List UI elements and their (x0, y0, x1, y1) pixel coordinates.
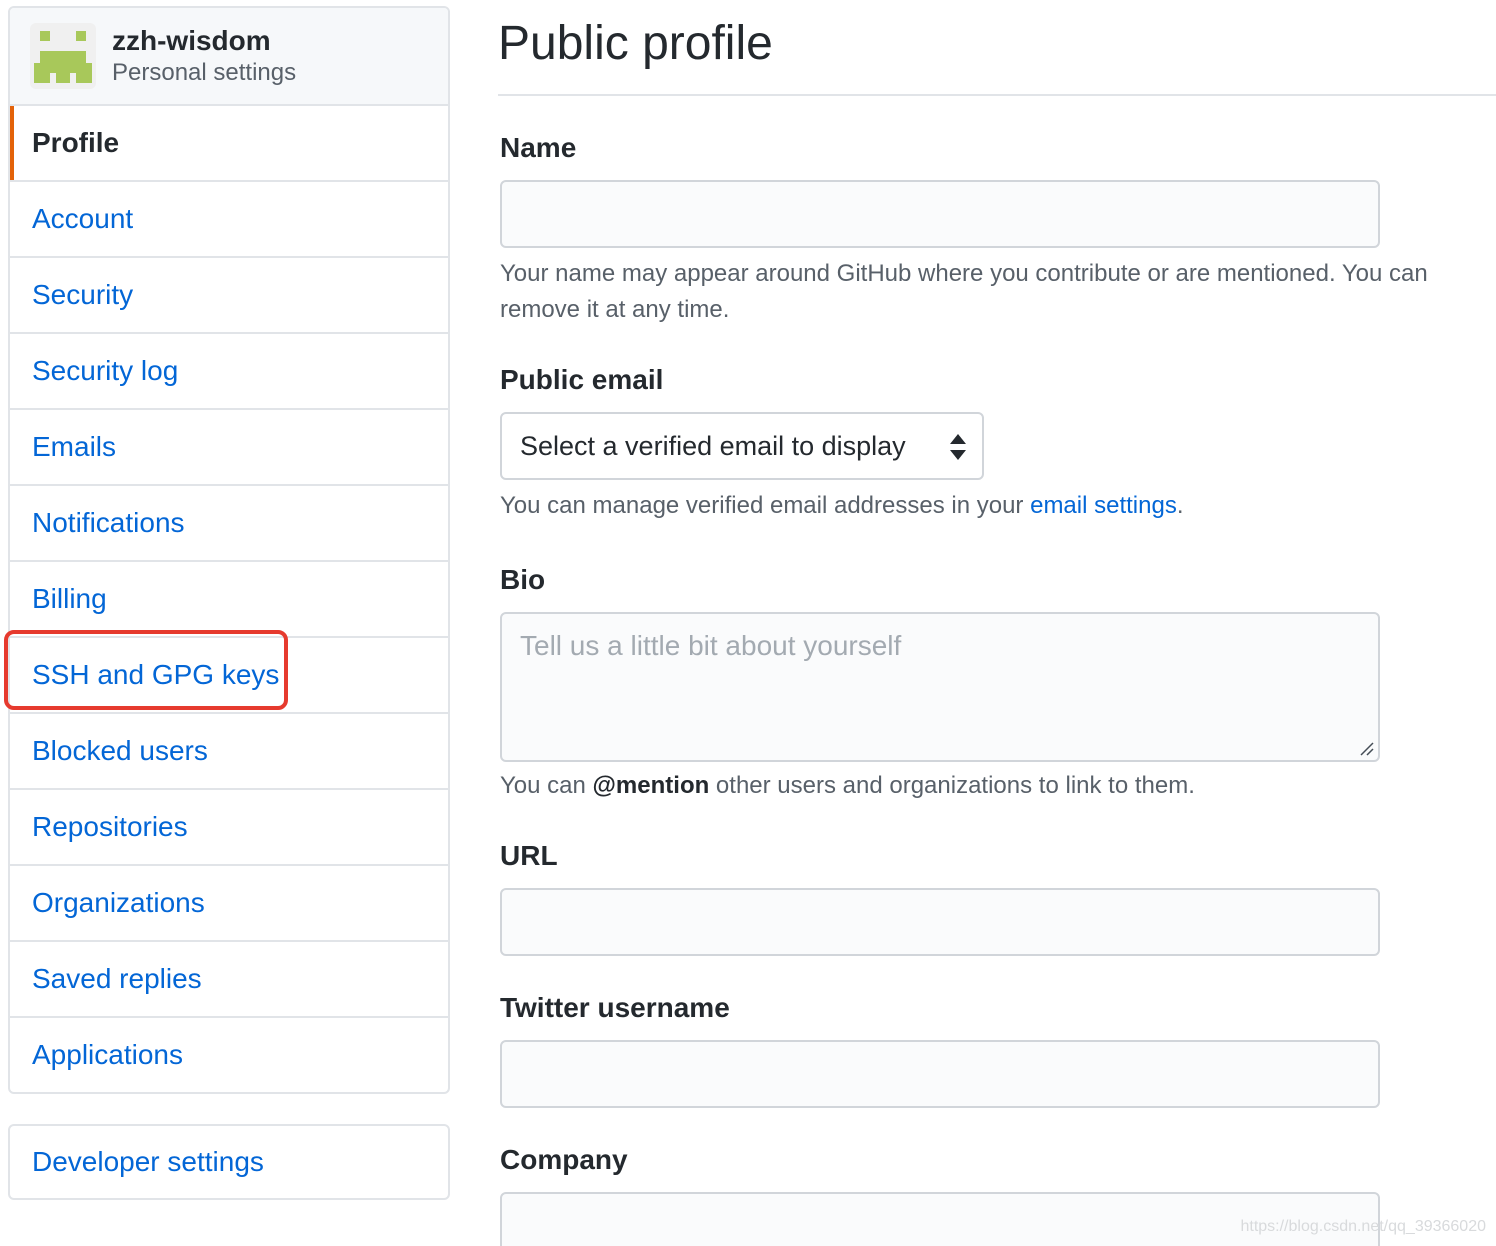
public-email-note-suffix: . (1176, 492, 1184, 519)
sidebar-item-billing[interactable]: Billing (10, 560, 448, 636)
user-block: zzh-wisdom Personal settings (112, 24, 296, 88)
name-note: Your name may appear around GitHub where… (500, 260, 1428, 323)
sidebar-item-notifications[interactable]: Notifications (10, 484, 448, 560)
sidebar-item-applications[interactable]: Applications (10, 1016, 448, 1092)
email-settings-link[interactable]: email settings (1030, 492, 1177, 519)
sidebar-item-emails[interactable]: Emails (10, 408, 448, 484)
sidebar-item-security[interactable]: Security (10, 256, 448, 332)
sidebar-item-profile[interactable]: Profile (10, 106, 448, 180)
personal-settings-subtitle: Personal settings (112, 59, 297, 86)
bio-note-prefix: You can (500, 772, 593, 799)
public-email-selected-value: Select a verified email to display (520, 430, 906, 461)
bio-placeholder: Tell us a little bit about yourself (520, 630, 902, 661)
watermark: https://blog.csdn.net/qq_39366020 (1240, 1218, 1486, 1235)
page-title: Public profile (498, 17, 773, 70)
bio-note-suffix: other users and organizations to link to… (709, 772, 1195, 799)
mention-text: @mention (592, 772, 710, 799)
sidebar-item-organizations[interactable]: Organizations (10, 864, 448, 940)
name-label: Name (500, 132, 577, 163)
twitter-username-input[interactable] (500, 1040, 1380, 1108)
sidebar-item-blocked-users[interactable]: Blocked users (10, 712, 448, 788)
title-divider (498, 94, 1496, 96)
public-email-select[interactable]: Select a verified email to display (500, 412, 984, 480)
company-label: Company (500, 1144, 628, 1175)
sidebar-item-saved-replies[interactable]: Saved replies (10, 940, 448, 1016)
select-arrows-icon (950, 434, 966, 460)
username[interactable]: zzh-wisdom (112, 24, 296, 58)
developer-settings-menu: Developer settings (8, 1124, 450, 1200)
url-label: URL (500, 840, 558, 871)
sidebar-item-developer-settings[interactable]: Developer settings (10, 1126, 448, 1198)
sidebar-item-security-log[interactable]: Security log (10, 332, 448, 408)
sidebar-item-account[interactable]: Account (10, 180, 448, 256)
resize-handle-icon[interactable] (1360, 742, 1374, 756)
public-email-label: Public email (500, 364, 664, 395)
name-input[interactable] (500, 180, 1380, 248)
avatar[interactable] (30, 23, 96, 89)
url-input[interactable] (500, 888, 1380, 956)
profile-form: Public profile Name Your name may appear… (498, 0, 1496, 1246)
sidebar-header: zzh-wisdom Personal settings (10, 8, 448, 106)
public-email-note: You can manage verified email addresses … (500, 488, 1184, 524)
sidebar-item-ssh-gpg-keys[interactable]: SSH and GPG keys (10, 636, 448, 712)
twitter-username-label: Twitter username (500, 992, 730, 1023)
sidebar-item-repositories[interactable]: Repositories (10, 788, 448, 864)
settings-menu: zzh-wisdom Personal settings Profile Acc… (8, 6, 450, 1094)
bio-label: Bio (500, 564, 546, 595)
public-email-note-text: You can manage verified email addresses … (500, 492, 1031, 519)
settings-sidebar: zzh-wisdom Personal settings Profile Acc… (4, 6, 450, 1200)
bio-textarea[interactable]: Tell us a little bit about yourself (500, 612, 1380, 762)
bio-note: You can @mention other users and organiz… (500, 768, 1195, 804)
